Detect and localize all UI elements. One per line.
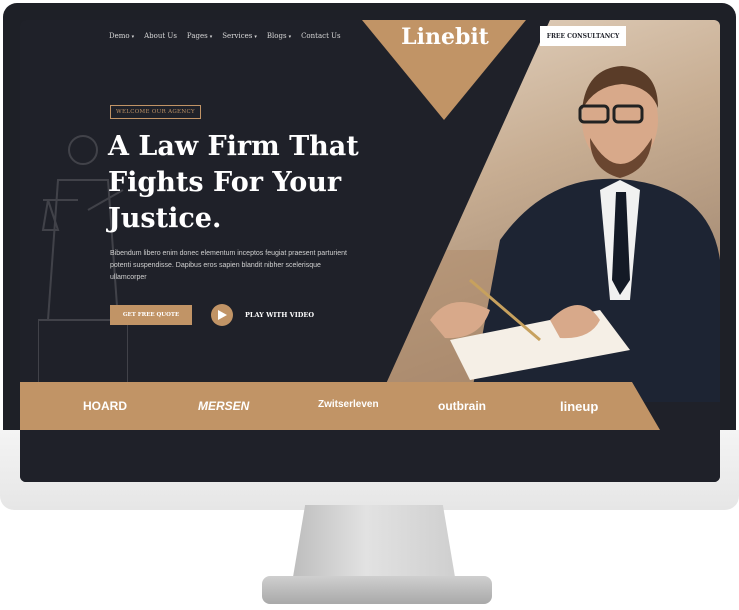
client-logo-zwitserleven: Zwitserleven: [318, 399, 379, 410]
headline-line-3: Justice.: [108, 203, 222, 234]
client-logo-lineup: lineup: [560, 399, 599, 414]
nav-item-blogs[interactable]: Blogs ▾: [267, 32, 291, 40]
monitor-stand-neck: [292, 505, 456, 583]
next-section-preview: [20, 430, 720, 482]
free-consultancy-button[interactable]: FREE CONSULTANCY: [540, 26, 626, 46]
play-icon: [217, 310, 227, 320]
headline-line-1: A Law Firm That: [108, 131, 359, 162]
client-logo-mersen: MERSEN: [198, 399, 250, 413]
play-video-button[interactable]: [211, 304, 233, 326]
client-logo-outbrain: outbrain: [438, 399, 486, 413]
headline-line-2: Fights For Your: [108, 167, 342, 198]
nav-item-services[interactable]: Services ▾: [222, 32, 257, 40]
monitor-stand-base: [262, 576, 492, 604]
website-screen: Linebit Demo ▾ About Us Pages ▾ Services ▾ …: [20, 20, 720, 482]
play-video-label[interactable]: PLAY WITH VIDEO: [245, 311, 314, 319]
nav-item-pages[interactable]: Pages ▾: [187, 32, 212, 40]
client-logo-hoard: HOARD: [83, 399, 127, 413]
hero-description: Bibendum libero enim donec elementum inc…: [110, 250, 347, 281]
get-free-quote-button[interactable]: GET FREE QUOTE: [110, 305, 192, 325]
clients-logo-band: HOARD MERSEN Zwitserleven outbrain lineu…: [20, 382, 720, 430]
welcome-badge: WELCOME OUR AGENCY: [110, 105, 201, 119]
site-logo[interactable]: Linebit: [370, 22, 520, 52]
nav-item-contact-us[interactable]: Contact Us: [301, 32, 341, 40]
nav-item-demo[interactable]: Demo ▾: [109, 32, 134, 40]
hero-headline: A Law Firm That Fights For Your Justice.: [108, 129, 378, 237]
main-navigation: Demo ▾ About Us Pages ▾ Services ▾ Blogs ▾ C…: [109, 32, 341, 40]
nav-item-about-us[interactable]: About Us: [144, 32, 177, 40]
